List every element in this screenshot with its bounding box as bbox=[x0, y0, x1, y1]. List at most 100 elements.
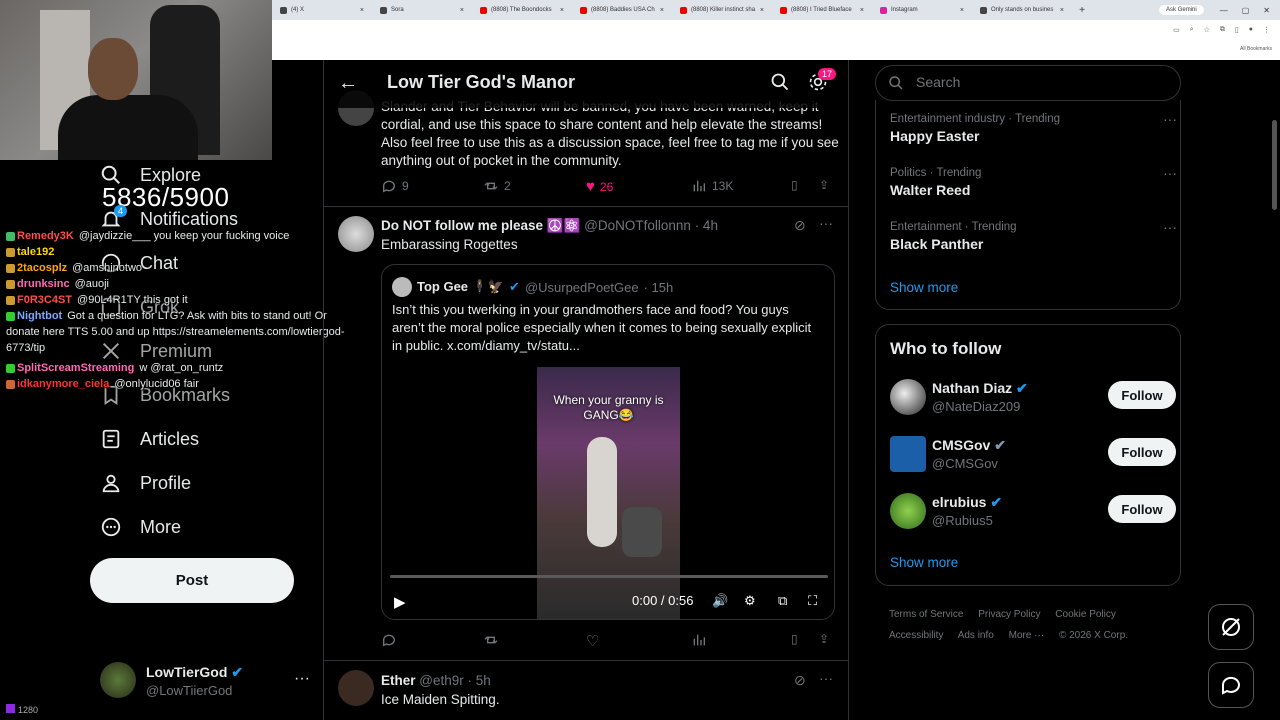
follow-suggestion[interactable]: elrubius ✔ @Rubius5 Follow bbox=[890, 493, 1176, 533]
close-tab-icon[interactable]: × bbox=[960, 7, 964, 14]
follow-button[interactable]: Follow bbox=[1108, 381, 1176, 409]
browser-tab[interactable]: (8808) The Boondocks × bbox=[472, 0, 572, 20]
youtube-favicon-icon bbox=[580, 6, 587, 14]
tweet-author[interactable]: Do NOT follow me please ☮️⚛️ @DoNOTfollo… bbox=[381, 218, 718, 234]
minimize-icon[interactable]: — bbox=[1220, 6, 1228, 15]
more-icon[interactable]: ··· bbox=[294, 670, 310, 688]
video-progress-bar[interactable] bbox=[390, 575, 828, 578]
quote-link[interactable]: x.com/diamy_tv/statu... bbox=[447, 338, 580, 353]
nav-articles[interactable]: Articles bbox=[100, 428, 199, 450]
grok-button[interactable] bbox=[1208, 604, 1254, 650]
bookmark-icon[interactable]: ▯ bbox=[791, 632, 798, 646]
video-caption: When your granny is GANG😂 bbox=[553, 393, 664, 422]
follow-button[interactable]: Follow bbox=[1108, 438, 1176, 466]
footer-link[interactable]: More ··· bbox=[1009, 630, 1045, 641]
search-icon[interactable] bbox=[770, 72, 790, 92]
all-bookmarks-link[interactable]: All Bookmarks bbox=[1240, 46, 1272, 52]
follow-suggestion[interactable]: Nathan Diaz ✔ @NateDiaz209 Follow bbox=[890, 379, 1176, 419]
zoom-icon[interactable]: ⌕ bbox=[1190, 26, 1194, 34]
scrollbar[interactable] bbox=[1271, 62, 1278, 720]
more-icon[interactable]: ··· bbox=[1163, 165, 1177, 181]
youtube-favicon-icon bbox=[680, 6, 687, 14]
sidebar-icon[interactable]: ▯ bbox=[1235, 26, 1239, 34]
profile-icon[interactable]: ● bbox=[1249, 26, 1253, 34]
more-icon[interactable]: ··· bbox=[819, 215, 833, 231]
maximize-icon[interactable]: ▢ bbox=[1242, 6, 1250, 15]
browser-tab[interactable]: (8808) Killer instinct sha × bbox=[672, 0, 772, 20]
like-button[interactable]: ♥ 26 bbox=[586, 178, 613, 195]
share-icon[interactable]: ⇪ bbox=[819, 178, 829, 192]
close-tab-icon[interactable]: × bbox=[1060, 7, 1064, 14]
footer-link[interactable]: Terms of Service bbox=[889, 609, 963, 620]
search-box[interactable] bbox=[875, 65, 1181, 101]
play-icon[interactable]: ▶ bbox=[394, 593, 406, 611]
back-arrow-icon[interactable]: ← bbox=[338, 72, 358, 95]
follow-suggestion[interactable]: CMSGov ✔ @CMSGov Follow bbox=[890, 436, 1176, 476]
cast-icon[interactable]: ▭ bbox=[1173, 26, 1180, 34]
more-icon[interactable]: ··· bbox=[1163, 111, 1177, 127]
reply-button[interactable]: 9 bbox=[381, 178, 409, 194]
browser-tab[interactable]: (8808) I Tried Blueface × bbox=[772, 0, 872, 20]
tweet-author[interactable]: Ether @eth9r · 5h bbox=[381, 673, 491, 688]
footer-link[interactable]: Privacy Policy bbox=[978, 609, 1040, 620]
star-icon[interactable]: ☆ bbox=[1204, 26, 1210, 34]
close-tab-icon[interactable]: × bbox=[560, 7, 564, 14]
footer-link[interactable]: Accessibility bbox=[889, 630, 943, 641]
browser-tab[interactable]: (4) X × bbox=[272, 0, 372, 20]
twitch-icon bbox=[6, 704, 15, 713]
more-icon[interactable]: ··· bbox=[819, 670, 833, 686]
ask-gemini-button[interactable]: Ask Gemini bbox=[1159, 5, 1204, 15]
nav-more[interactable]: More bbox=[100, 516, 181, 538]
browser-tab[interactable]: (8808) Baddies USA Ch × bbox=[572, 0, 672, 20]
trend-item[interactable]: Entertainment industry · Trending Happy … bbox=[890, 111, 1177, 144]
views-icon[interactable] bbox=[691, 632, 707, 648]
gray-check-icon: ✔ bbox=[994, 437, 1006, 453]
repost-button[interactable]: 2 bbox=[483, 178, 511, 194]
grok-icon[interactable]: ⊘ bbox=[794, 217, 806, 234]
post-button[interactable]: Post bbox=[90, 558, 294, 603]
views-button[interactable]: 13K bbox=[691, 178, 733, 194]
browser-tab[interactable]: Only stands on busines × bbox=[972, 0, 1072, 20]
close-tab-icon[interactable]: × bbox=[360, 7, 364, 14]
trend-item[interactable]: Entertainment · Trending Black Panther ·… bbox=[890, 219, 1177, 252]
grok-icon[interactable]: ⊘ bbox=[794, 672, 806, 689]
close-tab-icon[interactable]: × bbox=[760, 7, 764, 14]
browser-tab[interactable]: Sora × bbox=[372, 0, 472, 20]
scrollbar-thumb[interactable] bbox=[1272, 120, 1277, 210]
close-window-icon[interactable]: ✕ bbox=[1263, 6, 1270, 15]
pip-icon[interactable]: ⧉ bbox=[778, 593, 787, 609]
more-icon[interactable]: ··· bbox=[1163, 219, 1177, 235]
quoted-tweet[interactable]: Top Gee 🕴️🦅 ✔ @UsurpedPoetGee · 15h Isn’… bbox=[381, 264, 835, 620]
heart-icon[interactable]: ♡ bbox=[586, 632, 599, 650]
bookmark-icon[interactable]: ▯ bbox=[791, 178, 798, 192]
messages-button[interactable] bbox=[1208, 662, 1254, 708]
settings-icon[interactable]: ⚙ bbox=[744, 593, 756, 609]
close-tab-icon[interactable]: × bbox=[460, 7, 464, 14]
avatar bbox=[100, 662, 136, 698]
fullscreen-icon[interactable]: ⛶ bbox=[808, 593, 817, 609]
volume-icon[interactable]: 🔊 bbox=[712, 593, 728, 609]
browser-tab[interactable]: Instagram × bbox=[872, 0, 972, 20]
trend-item[interactable]: Politics · Trending Walter Reed ··· bbox=[890, 165, 1177, 198]
video-player[interactable]: When your granny is GANG😂 ▶ 0:00 / 0:56 … bbox=[382, 367, 834, 619]
footer-link[interactable]: Cookie Policy bbox=[1055, 609, 1116, 620]
show-more-link[interactable]: Show more bbox=[890, 280, 958, 295]
article-icon bbox=[102, 429, 120, 449]
verified-icon: ✔ bbox=[231, 664, 244, 680]
avatar[interactable] bbox=[338, 216, 374, 252]
menu-icon[interactable]: ⋮ bbox=[1263, 26, 1270, 34]
reply-icon[interactable] bbox=[381, 632, 397, 648]
extensions-icon[interactable]: ⧉ bbox=[1220, 26, 1225, 34]
follow-button[interactable]: Follow bbox=[1108, 495, 1176, 523]
footer-link[interactable]: Ads info bbox=[958, 630, 994, 641]
share-icon[interactable]: ⇪ bbox=[819, 632, 829, 646]
search-input[interactable] bbox=[916, 74, 1166, 90]
new-tab-button[interactable]: + bbox=[1072, 5, 1092, 16]
close-tab-icon[interactable]: × bbox=[660, 7, 664, 14]
account-switcher[interactable]: LowTierGod ✔ @LowTiierGod ··· bbox=[100, 660, 310, 704]
nav-profile[interactable]: Profile bbox=[100, 472, 191, 494]
avatar[interactable] bbox=[338, 670, 374, 706]
show-more-link[interactable]: Show more bbox=[890, 555, 958, 570]
close-tab-icon[interactable]: × bbox=[860, 7, 864, 14]
repost-icon[interactable] bbox=[483, 632, 499, 648]
